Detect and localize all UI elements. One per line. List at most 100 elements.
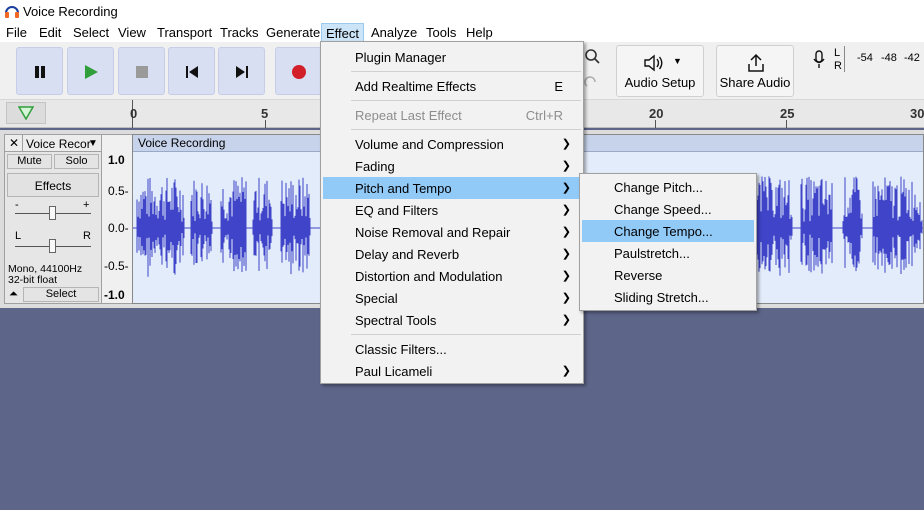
meter-tick: -54 xyxy=(857,52,873,64)
ruler-label: 0.0- xyxy=(108,221,129,235)
skip-to-end-button[interactable] xyxy=(218,47,265,95)
stop-button[interactable] xyxy=(118,47,165,95)
ruler-label: 0.5- xyxy=(108,184,129,198)
window-title: Voice Recording xyxy=(23,4,118,19)
stop-icon xyxy=(136,66,148,78)
headphones-icon xyxy=(5,6,19,18)
menu-effect[interactable]: Effect xyxy=(321,23,365,42)
menu-item-change-tempo[interactable]: Change Tempo... xyxy=(582,220,754,242)
redo-icon[interactable] xyxy=(584,76,598,90)
chevron-right-icon: ❯ xyxy=(561,248,571,260)
recording-meter[interactable]: L R -54 -48 -42 xyxy=(832,46,924,76)
chevron-right-icon: ❯ xyxy=(561,160,571,172)
track-header: ✕ Voice Recor ▼ xyxy=(5,135,101,152)
menu-item-fading[interactable]: Fading ❯ xyxy=(323,155,581,177)
chevron-down-icon[interactable]: ▼ xyxy=(88,138,98,149)
menu-item-eq-and-filters[interactable]: EQ and Filters ❯ xyxy=(323,199,581,221)
effects-button[interactable]: Effects xyxy=(7,173,99,197)
pitch-and-tempo-submenu: Change Pitch... Change Speed... Change T… xyxy=(579,173,757,311)
menu-item-delay-and-reverb[interactable]: Delay and Reverb ❯ xyxy=(323,243,581,265)
menu-generate[interactable]: Generate xyxy=(266,25,320,40)
menu-item-change-speed[interactable]: Change Speed... xyxy=(582,198,754,220)
chevron-right-icon: ❯ xyxy=(561,270,571,282)
play-icon xyxy=(85,65,98,79)
menu-item-special[interactable]: Special ❯ xyxy=(323,287,581,309)
menu-transport[interactable]: Transport xyxy=(157,25,212,40)
menu-select[interactable]: Select xyxy=(73,25,109,40)
timeline-tick: 0 xyxy=(130,106,138,121)
menu-view[interactable]: View xyxy=(118,25,146,40)
menu-bar: File Edit Select View Transport Tracks G… xyxy=(0,22,924,42)
ruler-label: 1.0 xyxy=(108,153,125,167)
skip-start-icon xyxy=(186,66,198,78)
pan-left-label: L xyxy=(15,230,22,242)
menu-file[interactable]: File xyxy=(6,25,27,40)
menu-item-add-realtime-effects[interactable]: Add Realtime Effects E xyxy=(323,75,581,97)
timeline-tick: 20 xyxy=(649,106,664,121)
menu-item-classic-filters[interactable]: Classic Filters... xyxy=(323,338,581,360)
collapse-track-icon[interactable]: ⏶ xyxy=(9,288,18,301)
pan-slider[interactable] xyxy=(49,239,56,253)
audio-setup-button[interactable]: ▼ Audio Setup xyxy=(616,45,704,97)
meter-channel-left: L xyxy=(834,47,841,59)
chevron-right-icon: ❯ xyxy=(561,292,571,304)
chevron-right-icon: ❯ xyxy=(561,204,571,216)
share-audio-button[interactable]: Share Audio xyxy=(716,45,794,97)
menu-item-paulstretch[interactable]: Paulstretch... xyxy=(582,242,754,264)
menu-item-change-pitch[interactable]: Change Pitch... xyxy=(582,176,754,198)
menu-item-reverse[interactable]: Reverse xyxy=(582,264,754,286)
chevron-right-icon: ❯ xyxy=(561,182,571,194)
chevron-right-icon: ❯ xyxy=(561,226,571,238)
close-track-icon[interactable]: ✕ xyxy=(9,136,19,150)
play-marker-icon[interactable] xyxy=(18,106,34,120)
chevron-right-icon: ❯ xyxy=(561,138,571,150)
timeline-tick: 5 xyxy=(261,106,269,121)
zoom-icon[interactable] xyxy=(584,48,600,64)
menu-tracks[interactable]: Tracks xyxy=(220,25,259,40)
audio-setup-label: Audio Setup xyxy=(624,75,696,90)
gain-min-label: - xyxy=(15,199,19,211)
track-control-panel: ✕ Voice Recor ▼ Mute Solo Effects - + L … xyxy=(4,134,102,304)
play-button[interactable] xyxy=(67,47,114,95)
menu-item-paul-licameli[interactable]: Paul Licameli ❯ xyxy=(323,360,581,382)
record-button[interactable] xyxy=(275,47,322,95)
chevron-down-icon: ▼ xyxy=(673,56,682,66)
microphone-icon[interactable] xyxy=(812,50,826,70)
meter-tick: -48 xyxy=(881,52,897,64)
menu-edit[interactable]: Edit xyxy=(39,25,61,40)
menu-item-pitch-and-tempo[interactable]: Pitch and Tempo ❯ xyxy=(323,177,581,199)
select-track-button[interactable]: Select xyxy=(23,287,99,302)
menu-tools[interactable]: Tools xyxy=(426,25,456,40)
menu-item-distortion-and-modulation[interactable]: Distortion and Modulation ❯ xyxy=(323,265,581,287)
pan-right-label: R xyxy=(83,230,91,242)
skip-end-icon xyxy=(236,66,248,78)
pause-button[interactable] xyxy=(16,47,63,95)
title-bar: Voice Recording xyxy=(0,0,924,22)
menu-item-volume-and-compression[interactable]: Volume and Compression ❯ xyxy=(323,133,581,155)
solo-button[interactable]: Solo xyxy=(54,154,99,169)
menu-item-spectral-tools[interactable]: Spectral Tools ❯ xyxy=(323,309,581,331)
track-name-menu[interactable]: Voice Recor xyxy=(26,137,91,151)
meter-tick: -42 xyxy=(904,52,920,64)
chevron-right-icon: ❯ xyxy=(561,314,571,326)
menu-item-sliding-stretch[interactable]: Sliding Stretch... xyxy=(582,286,754,308)
share-icon xyxy=(748,53,764,72)
clip-name: Voice Recording xyxy=(138,136,226,150)
skip-to-start-button[interactable] xyxy=(168,47,215,95)
menu-item-plugin-manager[interactable]: Plugin Manager xyxy=(323,46,581,68)
menu-help[interactable]: Help xyxy=(466,25,493,40)
meter-channel-right: R xyxy=(834,60,842,72)
menu-analyze[interactable]: Analyze xyxy=(371,25,417,40)
record-icon xyxy=(292,65,306,79)
effect-menu: Plugin Manager Add Realtime Effects E Rep… xyxy=(320,41,584,384)
timeline-tick: 30 xyxy=(910,106,924,121)
vertical-ruler: 1.0 0.5- 0.0- -0.5- -1.0 xyxy=(102,134,132,304)
track-bit-depth-info: 32-bit float xyxy=(8,274,58,286)
play-head-area xyxy=(6,102,46,124)
timeline-tick: 25 xyxy=(780,106,795,121)
ruler-label: -1.0 xyxy=(104,288,125,302)
mute-button[interactable]: Mute xyxy=(7,154,52,169)
speaker-icon xyxy=(644,54,663,72)
gain-slider[interactable] xyxy=(49,206,56,220)
menu-item-noise-removal-and-repair[interactable]: Noise Removal and Repair ❯ xyxy=(323,221,581,243)
